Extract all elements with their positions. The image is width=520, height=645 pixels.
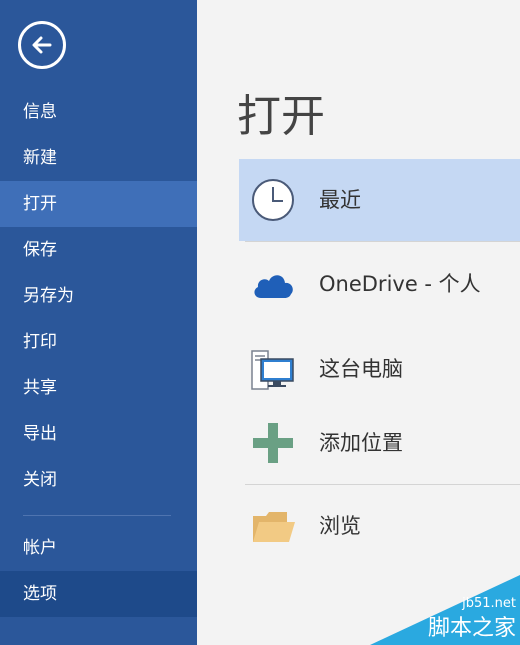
location-add-place[interactable]: 添加位置 (239, 402, 520, 484)
sidebar-item-info[interactable]: 信息 (0, 89, 197, 135)
plus-icon (253, 423, 293, 463)
sidebar-item-save-as[interactable]: 另存为 (0, 273, 197, 319)
clock-icon (252, 179, 294, 221)
sidebar-item-share[interactable]: 共享 (0, 365, 197, 411)
location-recent[interactable]: 最近 (239, 159, 520, 241)
location-onedrive[interactable]: OneDrive - 个人 (239, 243, 520, 325)
back-button[interactable] (18, 21, 66, 69)
arrow-left-icon (32, 36, 52, 54)
backstage-sidebar: 信息 新建 打开 保存 另存为 打印 共享 导出 关闭 帐户 选项 (0, 0, 197, 645)
sidebar-item-close[interactable]: 关闭 (0, 457, 197, 503)
location-label: 浏览 (319, 514, 361, 538)
location-divider (245, 241, 520, 242)
page-title: 打开 (237, 91, 325, 142)
sidebar-divider (23, 515, 171, 516)
location-this-pc[interactable]: 这台电脑 (239, 328, 520, 410)
sidebar-item-new[interactable]: 新建 (0, 135, 197, 181)
location-label: OneDrive - 个人 (319, 272, 481, 296)
folder-icon (253, 512, 295, 542)
cloud-icon (254, 275, 293, 298)
computer-icon (251, 350, 294, 390)
location-label: 最近 (319, 188, 361, 212)
sidebar-item-options[interactable]: 选项 (0, 571, 197, 617)
watermark-site: jb51.net (462, 596, 516, 611)
sidebar-item-open[interactable]: 打开 (0, 181, 197, 227)
sidebar-item-save[interactable]: 保存 (0, 227, 197, 273)
watermark-name: 脚本之家 (427, 616, 516, 641)
location-label: 这台电脑 (319, 357, 403, 381)
backstage-main: 打开 最近 OneDrive - 个人 这台电脑 添加位置 浏览 (197, 0, 520, 645)
watermark: jb51.net 脚本之家 (370, 575, 520, 645)
location-browse[interactable]: 浏览 (239, 485, 520, 567)
sidebar-item-account[interactable]: 帐户 (0, 525, 197, 571)
sidebar-item-export[interactable]: 导出 (0, 411, 197, 457)
location-label: 添加位置 (319, 431, 403, 455)
sidebar-item-print[interactable]: 打印 (0, 319, 197, 365)
